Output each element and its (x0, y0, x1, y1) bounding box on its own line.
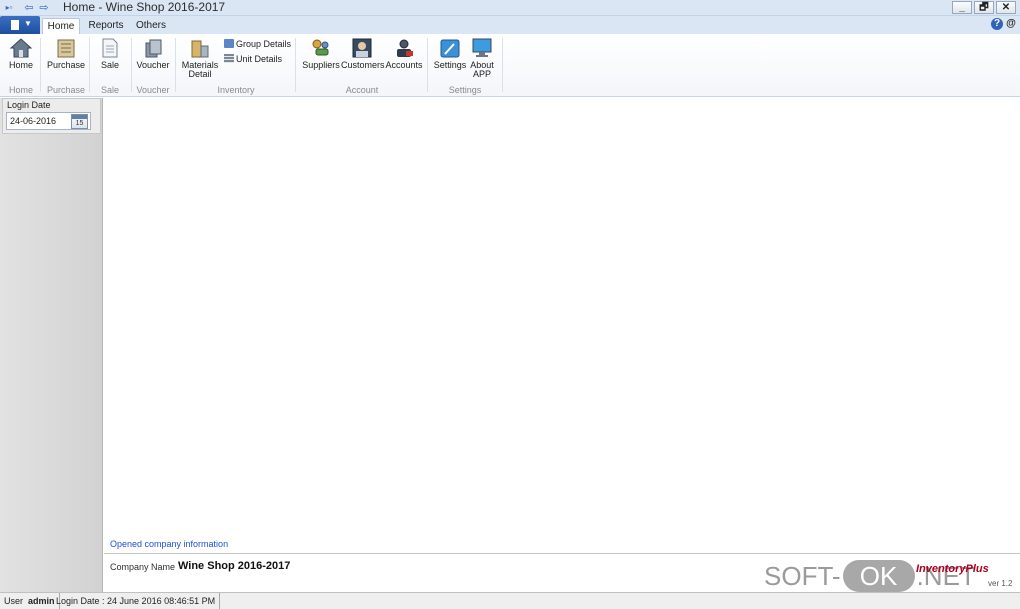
back-arrow-icon[interactable]: ⇦ (22, 1, 36, 14)
about-at-icon[interactable]: @ (1005, 18, 1017, 30)
materials-label-line2: Detail (188, 69, 212, 79)
status-user: User admin (0, 593, 60, 609)
settings-button[interactable]: Settings (433, 36, 467, 84)
group-label-account: Account (345, 85, 379, 95)
voucher-button-label: Voucher (136, 60, 170, 70)
main-content: Opened company information Company Name … (104, 98, 1020, 592)
group-label-settings: Settings (448, 85, 482, 95)
group-details-icon (224, 39, 234, 48)
application-menu-button[interactable]: ▼ (0, 16, 40, 34)
watermark-ok: OK (842, 560, 915, 592)
tab-home[interactable]: Home (42, 18, 80, 34)
group-details-button[interactable]: Group Details (224, 38, 291, 51)
unit-details-button[interactable]: Unit Details (224, 53, 282, 66)
ribbon-tab-row: ▼ Home Reports Others ? @ (0, 16, 1020, 34)
group-details-label: Group Details (236, 39, 292, 49)
brand-logo: InventoryPlus (916, 563, 989, 575)
content-divider (104, 553, 1020, 554)
settings-wrench-icon (440, 39, 460, 58)
minimize-button[interactable]: _ (952, 1, 972, 14)
suppliers-handshake-icon (312, 39, 329, 56)
calendar-day-text: 15 (75, 120, 84, 127)
group-separator (427, 38, 428, 92)
purchase-button-label: Purchase (46, 60, 86, 70)
sale-button[interactable]: Sale (94, 36, 126, 84)
group-separator (40, 38, 41, 92)
restore-button[interactable]: 🗗 (974, 1, 994, 14)
group-label-sale: Sale (100, 85, 119, 95)
calendar-button[interactable]: 15 (71, 114, 88, 129)
window-title: Home - Wine Shop 2016-2017 (63, 0, 226, 14)
group-separator (502, 38, 503, 92)
group-separator (175, 38, 176, 92)
ribbon: Home Purchase Sale Voucher Materials Det… (0, 34, 1020, 97)
accounts-button[interactable]: Accounts (385, 36, 423, 84)
about-app-button[interactable]: About APP (467, 36, 497, 84)
about-label-line2: APP (472, 69, 491, 79)
customers-person-icon (352, 38, 372, 58)
group-separator (89, 38, 90, 92)
login-date-panel: Login Date 15 (2, 98, 101, 134)
purchase-button[interactable]: Purchase (46, 36, 86, 84)
forward-arrow-icon[interactable]: ⇨ (37, 1, 51, 14)
quick-access-menu-icon[interactable]: ▸▫ (2, 1, 16, 14)
accounts-label: Accounts (385, 60, 423, 70)
status-bar: User admin Login Date : 24 June 2016 08:… (0, 592, 1020, 609)
voucher-stack-icon (145, 39, 162, 58)
materials-box-icon (191, 40, 209, 58)
group-separator (295, 38, 296, 92)
ledger-book-icon (57, 39, 75, 58)
login-date-label: Login Date (7, 100, 51, 110)
status-user-value: admin (28, 596, 55, 606)
opened-company-link[interactable]: Opened company information (110, 539, 228, 549)
group-label-home: Home (8, 85, 33, 95)
close-button[interactable]: ✕ (996, 1, 1016, 14)
brand-version: ver 1.2 (988, 579, 1013, 588)
house-icon (9, 38, 33, 58)
chevron-down-icon: ▼ (24, 19, 32, 28)
status-login-date: Login Date : 24 June 2016 08:46:51 PM (52, 593, 221, 609)
left-panel: Login Date 15 (0, 98, 103, 592)
unit-details-icon (224, 54, 234, 63)
document-icon (11, 20, 19, 30)
group-label-voucher: Voucher (136, 85, 170, 95)
customers-button[interactable]: Customers (341, 36, 385, 84)
company-name-value: Wine Shop 2016-2017 (178, 560, 291, 572)
settings-label: Settings (433, 60, 467, 70)
company-name-label: Company Name (110, 562, 176, 572)
group-label-purchase: Purchase (46, 85, 86, 95)
document-page-icon (102, 38, 118, 58)
calendar-icon (72, 115, 87, 119)
group-label-inventory: Inventory (217, 85, 255, 95)
tab-reports[interactable]: Reports (86, 18, 126, 34)
title-bar: ▸▫ ⇦ ⇨ Home - Wine Shop 2016-2017 _ 🗗 ✕ (0, 0, 1020, 16)
watermark-pre: SOFT- (764, 561, 841, 591)
group-separator (131, 38, 132, 92)
customers-label: Customers (341, 60, 385, 70)
accounts-people-icon (397, 39, 413, 57)
help-icon[interactable]: ? (991, 18, 1003, 30)
materials-detail-button[interactable]: Materials Detail (180, 36, 220, 84)
suppliers-button[interactable]: Suppliers (302, 36, 340, 84)
home-button-label: Home (8, 60, 33, 70)
home-button[interactable]: Home (5, 36, 37, 84)
suppliers-label: Suppliers (302, 60, 340, 70)
monitor-icon (472, 38, 492, 57)
sale-button-label: Sale (100, 60, 119, 70)
status-user-label: User (4, 596, 24, 606)
voucher-button[interactable]: Voucher (135, 36, 171, 84)
unit-details-label: Unit Details (236, 54, 283, 64)
tab-others[interactable]: Others (132, 18, 170, 34)
